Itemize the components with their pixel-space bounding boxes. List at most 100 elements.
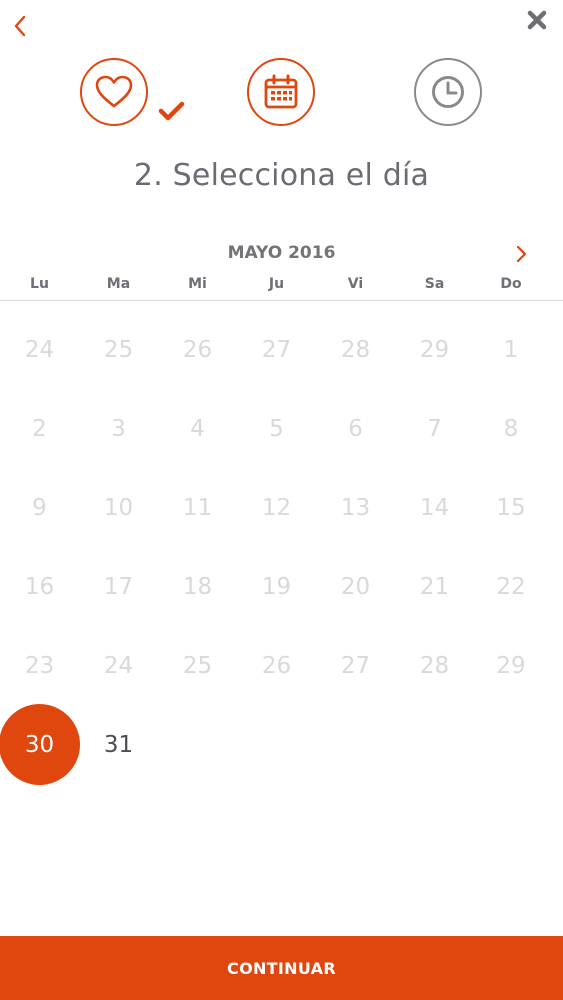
divider xyxy=(0,300,563,301)
calendar-day: 11 xyxy=(158,468,237,547)
weekday-label: Lu xyxy=(30,276,49,292)
calendar-day: 8 xyxy=(474,389,548,468)
calendar-day: 24 xyxy=(0,310,79,389)
calendar-day: 5 xyxy=(237,389,316,468)
calendar-day xyxy=(237,705,316,784)
chevron-right-icon xyxy=(516,245,527,263)
step-complete-check xyxy=(157,98,187,124)
calendar-day-number: 3 xyxy=(111,415,126,442)
calendar-day-number: 19 xyxy=(261,573,292,600)
calendar-day-number: 26 xyxy=(261,652,292,679)
calendar-day: 6 xyxy=(316,389,395,468)
calendar-day: 4 xyxy=(158,389,237,468)
calendar-day: 26 xyxy=(237,626,316,705)
calendar-day-number: 25 xyxy=(182,652,213,679)
calendar-day[interactable]: 31 xyxy=(79,705,158,784)
calendar-day-number: 25 xyxy=(103,336,134,363)
calendar-day: 21 xyxy=(395,547,474,626)
calendar-day: 12 xyxy=(237,468,316,547)
calendar-week: 16 17 18 19 20 21 22 xyxy=(0,547,563,626)
calendar-day-number: 8 xyxy=(503,415,519,442)
back-button[interactable] xyxy=(6,10,34,42)
calendar-day-number: 10 xyxy=(103,494,134,521)
calendar-day-number: 5 xyxy=(269,415,284,442)
calendar-day-number: 24 xyxy=(103,652,134,679)
calendar-week: 9 10 11 12 13 14 15 xyxy=(0,468,563,547)
close-icon xyxy=(527,10,547,30)
calendar-day-number: 6 xyxy=(348,415,363,442)
month-label: MAYO 2016 xyxy=(227,243,336,263)
calendar-day: 27 xyxy=(316,626,395,705)
page-title: 2. Selecciona el día xyxy=(133,158,430,193)
calendar-day-number: 21 xyxy=(419,573,450,600)
calendar-day: 28 xyxy=(316,310,395,389)
calendar-day: 2 xyxy=(0,389,79,468)
weekday-label: Do xyxy=(500,276,522,292)
calendar-day-number: 29 xyxy=(419,336,450,363)
calendar-day: 25 xyxy=(158,626,237,705)
calendar-day-number: 26 xyxy=(182,336,213,363)
calendar-day-number: 16 xyxy=(24,573,55,600)
calendar-day: 22 xyxy=(474,547,548,626)
calendar-day: 3 xyxy=(79,389,158,468)
calendar-day: 29 xyxy=(474,626,548,705)
weekday-label: Mi xyxy=(188,276,207,292)
next-month-button[interactable] xyxy=(508,240,536,268)
calendar-day-number: 15 xyxy=(496,494,526,521)
chevron-left-icon xyxy=(14,15,26,37)
calendar-day xyxy=(316,705,395,784)
calendar-day: 19 xyxy=(237,547,316,626)
calendar-day xyxy=(158,705,237,784)
calendar-day: 18 xyxy=(158,547,237,626)
calendar-day-number: 11 xyxy=(182,494,213,521)
calendar-day: 25 xyxy=(79,310,158,389)
weekday-header: Lu Ma Mi Ju Vi Sa Do xyxy=(0,276,563,298)
calendar-day-number: 28 xyxy=(419,652,450,679)
calendar-day-number: 22 xyxy=(496,573,526,600)
weekday-label: Ma xyxy=(106,276,131,292)
calendar-day: 13 xyxy=(316,468,395,547)
calendar-day: 7 xyxy=(395,389,474,468)
step-favorite xyxy=(80,58,148,126)
calendar-day-number: 23 xyxy=(24,652,55,679)
calendar-week: 30 31 xyxy=(0,704,563,785)
calendar-day-number: 29 xyxy=(496,652,526,679)
calendar-day-number: 20 xyxy=(340,573,371,600)
calendar-day-number: 12 xyxy=(261,494,292,521)
continue-button[interactable]: CONTINUAR xyxy=(0,936,563,1000)
calendar-day-number: 18 xyxy=(182,573,213,600)
calendar-day-number: 24 xyxy=(24,336,55,363)
calendar-day-number: 27 xyxy=(261,336,292,363)
calendar-day-number: 14 xyxy=(419,494,450,521)
calendar-day-number: 27 xyxy=(340,652,371,679)
calendar-day: 16 xyxy=(0,547,79,626)
calendar-week: 24 25 26 27 28 29 1 xyxy=(0,310,563,389)
calendar-day: 17 xyxy=(79,547,158,626)
calendar-day: 10 xyxy=(79,468,158,547)
calendar-day-number: 13 xyxy=(340,494,371,521)
calendar-day: 24 xyxy=(79,626,158,705)
calendar-day: 29 xyxy=(395,310,474,389)
calendar-week: 2 3 4 5 6 7 8 xyxy=(0,389,563,468)
calendar-day-number: 28 xyxy=(340,336,371,363)
clock-icon xyxy=(432,76,464,108)
calendar-week: 23 24 25 26 27 28 29 xyxy=(0,626,563,705)
weekday-label: Vi xyxy=(347,276,364,292)
calendar-day: 15 xyxy=(474,468,548,547)
calendar-day-number: 1 xyxy=(503,336,519,363)
calendar-day-number: 4 xyxy=(190,415,205,442)
calendar-day: 27 xyxy=(237,310,316,389)
calendar-grid: 24 25 26 27 28 29 1 2 3 4 5 6 7 8 9 10 11 12 13 14 15 16 17 18 1… xyxy=(0,310,563,785)
weekday-label: Ju xyxy=(268,276,285,292)
calendar-day: 9 xyxy=(0,468,79,547)
step-time xyxy=(414,58,482,126)
calendar-day xyxy=(474,705,548,784)
calendar-day: 14 xyxy=(395,468,474,547)
calendar-day: 1 xyxy=(474,310,548,389)
calendar-day-number: 9 xyxy=(32,494,47,521)
calendar-day-selected[interactable]: 30 xyxy=(0,704,80,785)
close-button[interactable] xyxy=(523,6,551,34)
calendar-day: 20 xyxy=(316,547,395,626)
calendar-day: 23 xyxy=(0,626,79,705)
checkmark-icon xyxy=(158,101,185,121)
